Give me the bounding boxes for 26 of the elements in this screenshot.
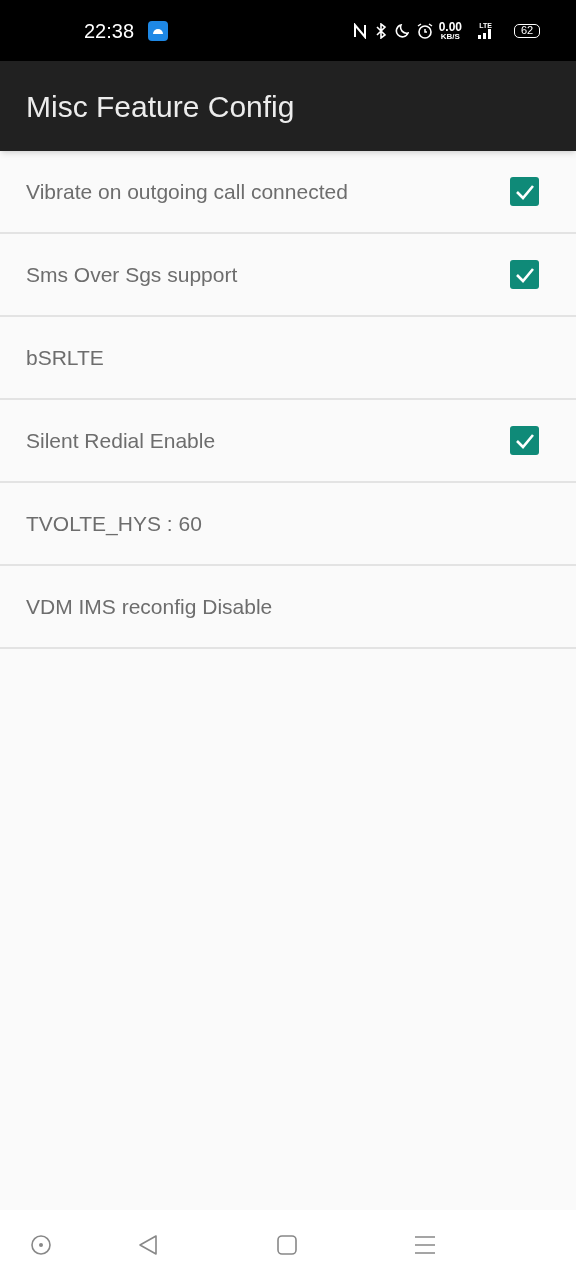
bluetooth-icon [374, 22, 387, 39]
speed-value: 0.00 [438, 20, 462, 33]
alarm-icon [416, 22, 433, 39]
menu-icon[interactable] [415, 1236, 435, 1254]
home-icon[interactable] [277, 1235, 297, 1255]
signal-icon [478, 29, 492, 39]
checkbox[interactable] [510, 177, 539, 206]
app-title: Misc Feature Config [26, 88, 295, 125]
preference-label: Silent Redial Enable [26, 427, 217, 454]
preference-label: VDM IMS reconfig Disable [26, 593, 274, 620]
preference-label: bSRLTE [26, 344, 105, 371]
nfc-icon [352, 22, 367, 39]
check-icon [514, 266, 535, 283]
preference-label: Vibrate on outgoing call connected [26, 178, 349, 205]
assistant-icon[interactable] [31, 1235, 51, 1255]
checkbox[interactable] [510, 260, 539, 289]
check-icon [514, 432, 535, 449]
speed-unit: KB/S [440, 32, 460, 41]
check-icon [514, 183, 535, 200]
back-icon[interactable] [138, 1234, 158, 1256]
moon-icon [394, 23, 409, 38]
battery-indicator: 62 [514, 23, 540, 38]
preference-label: TVOLTE_HYS : 60 [26, 510, 203, 538]
preference-label: Sms Over Sgs support [26, 261, 239, 288]
status-time: 22:38 [84, 18, 135, 44]
checkbox[interactable] [510, 426, 539, 455]
